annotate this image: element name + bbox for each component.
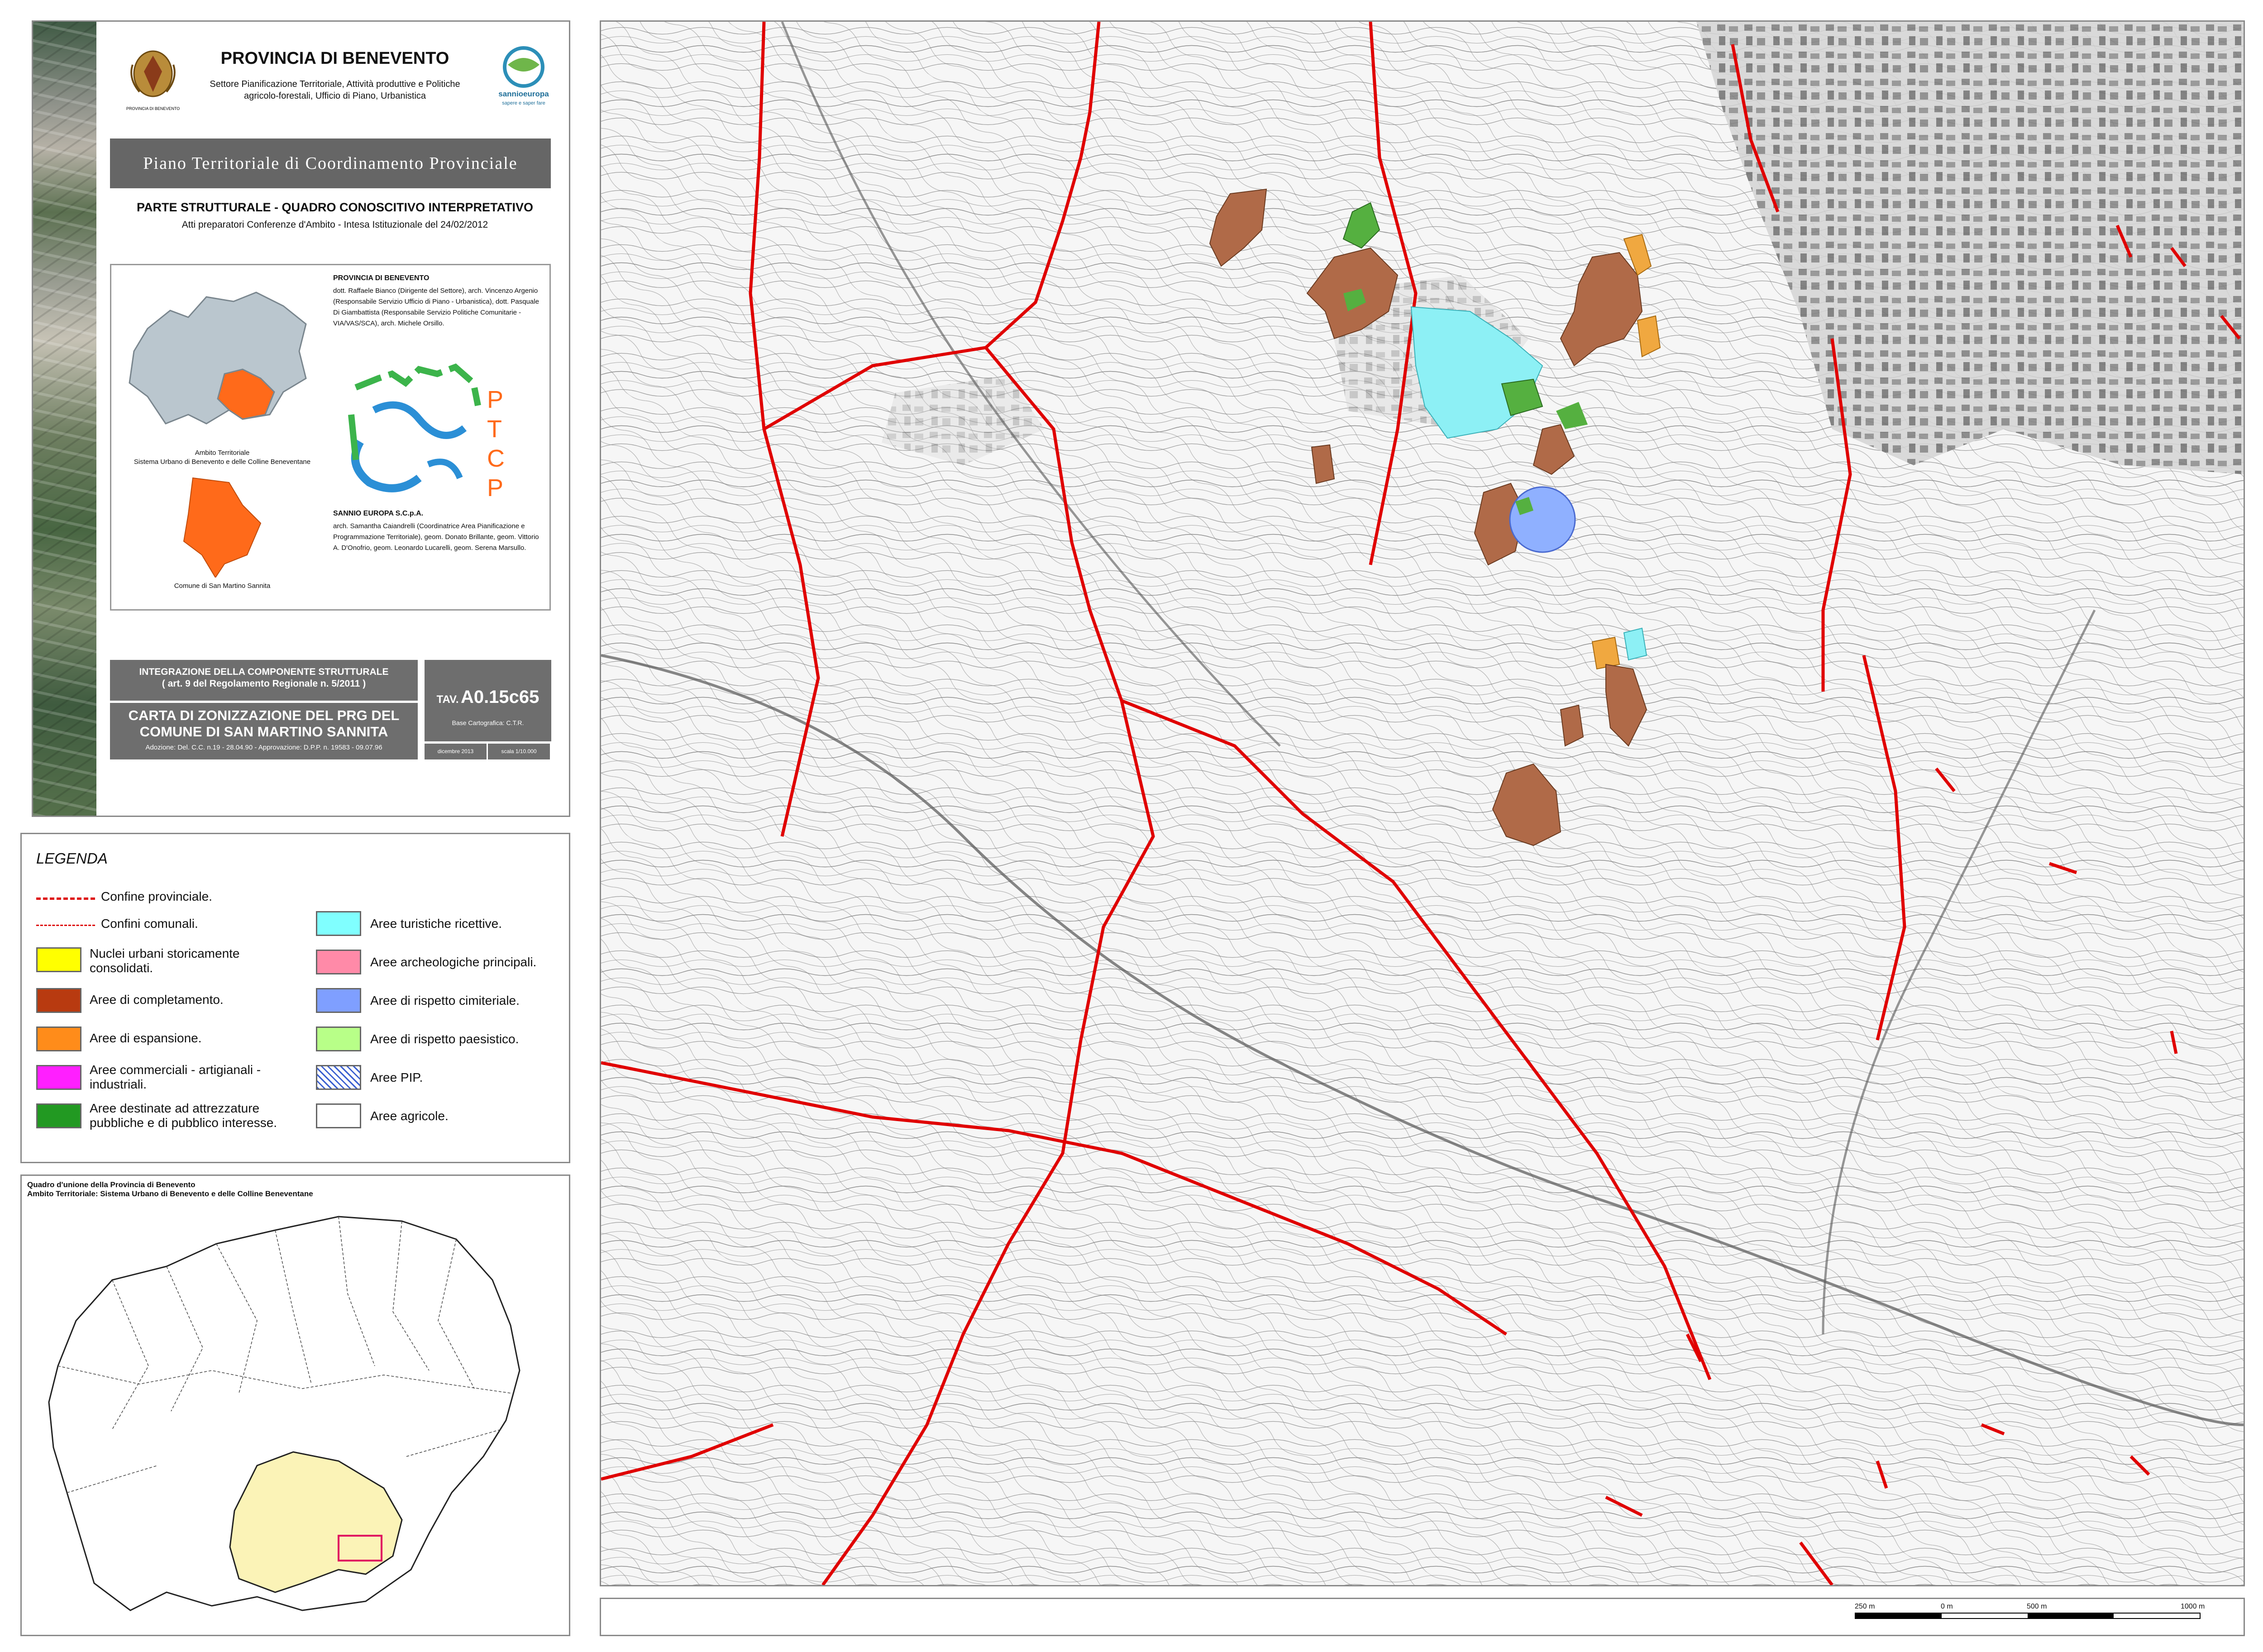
legend-swatch [316,1065,361,1090]
provincial-boundary-symbol [36,898,95,900]
legend-label: Aree agricole. [370,1109,449,1123]
legend-label: Aree di rispetto paesistico. [370,1032,519,1046]
legend-label: Confine provinciale. [101,889,212,903]
sannio-europa-logo: sannioeuropa sapere e saper fare [498,46,549,106]
zone-turistiche [1623,627,1647,661]
legend-label: Aree archeologiche principali. [370,955,537,969]
zone-cimiteriale [1509,486,1576,553]
legend-swatch [36,988,81,1013]
ptcp-letter: P [487,474,503,501]
legend-label: Aree commerciali - artigianali - industr… [90,1063,261,1091]
legend-swatch [36,1027,81,1051]
legend-swatch [316,1027,361,1051]
title-block: PROVINCIA DI BENEVENTO PROVINCIA DI BENE… [32,20,570,817]
legend-label: Aree destinate ad attrezzature pubbliche… [90,1101,277,1130]
orthophoto-strip [33,22,96,816]
legend-title: LEGENDA [36,850,108,867]
legend-swatch [316,1103,361,1128]
legend-swatch [316,911,361,936]
index-map: Quadro d'unione della Provincia di Benev… [20,1175,570,1636]
ptcp-letter: T [487,415,502,443]
legend-swatch [36,1103,81,1128]
legend-label: Confini comunali. [101,917,198,931]
scale-text: scala 1/10.000 [488,744,550,759]
legend: LEGENDA Confine provinciale. Confini com… [20,833,570,1163]
integration-box: INTEGRAZIONE DELLA COMPONENTE STRUTTURAL… [110,660,418,701]
sannio-staff: arch. Samantha Caiandrelli (Coordinatric… [333,522,539,552]
topographic-map [601,22,2244,1585]
integration-line2: ( art. 9 del Regolamento Regionale n. 5/… [162,678,366,689]
adoption-text: Adozione: Del. C.C. n.19 - 28.04.90 - Ap… [145,744,382,751]
scale-strip: 250 m 0 m 500 m 1000 m [600,1598,2245,1636]
index-title-line2: Ambito Territoriale: Sistema Urbano di B… [27,1189,313,1198]
legend-label: Aree di rispetto cimiteriale. [370,993,520,1007]
municipal-boundary-symbol [36,925,95,926]
legend-swatch [36,1065,81,1090]
plan-title-banner: Piano Territoriale di Coordinamento Prov… [110,138,551,188]
ptcp-letter: C [487,445,505,472]
tav-box: TAV. A0.15c65 Base Cartografica: C.T.R. [425,660,551,741]
integration-line1: INTEGRAZIONE DELLA COMPONENTE STRUTTURAL… [139,667,389,677]
tav-code: A0.15c65 [460,687,539,707]
date-text: dicembre 2013 [425,744,487,759]
sannio-logo-sub: sapere e saper fare [502,100,545,106]
scale-bar [1855,1613,2201,1619]
scale-label: 250 m [1855,1603,1875,1610]
ambito-caption: Ambito Territoriale Sistema Urbano di Be… [134,449,311,466]
sannio-logo-text: sannioeuropa [498,90,549,98]
index-map-title: Quadro d'unione della Provincia di Benev… [27,1180,313,1198]
legend-label: Aree PIP. [370,1070,423,1084]
zone-completamento [1311,444,1335,484]
info-box: Ambito Territoriale Sistema Urbano di Be… [110,264,551,611]
ptcp-letter: P [487,386,503,413]
date-scale-box: dicembre 2013 scala 1/10.000 [425,744,551,759]
logo-caption: PROVINCIA DI BENEVENTO [126,106,180,111]
scale-label: 500 m [2027,1603,2047,1610]
legend-label: Aree di espansione. [90,1031,202,1045]
ambito-territoriale-map [129,291,307,425]
comune-map [183,477,262,578]
main-map [600,20,2245,1586]
province-staff: dott. Raffaele Bianco (Dirigente del Set… [333,287,539,327]
legend-label: Aree di completamento. [90,993,224,1007]
tav-label: TAV. [436,693,459,706]
section-title: PARTE STRUTTURALE - QUADRO CONOSCITIVO I… [137,201,533,214]
base-cartografica: Base Cartografica: C.T.R. [452,719,524,726]
province-staff-heading: PROVINCIA DI BENEVENTO [333,274,430,282]
map-title-box: CARTA DI ZONIZZAZIONE DEL PRG DEL COMUNE… [110,703,418,759]
index-title-line1: Quadro d'unione della Provincia di Benev… [27,1180,196,1189]
sector-text: Settore Pianificazione Territoriale, Att… [210,79,460,101]
scale-label: 0 m [1941,1603,1953,1610]
legend-label: Nuclei urbani storicamente consolidati. [90,946,240,975]
sannio-staff-heading: SANNIO EUROPA S.C.p.A. [333,510,424,517]
comune-caption: Comune di San Martino Sannita [174,582,271,590]
legend-swatch [316,988,361,1013]
legend-swatch [36,947,81,972]
section-subtitle: Atti preparatori Conferenze d'Ambito - I… [181,220,488,230]
ptcp-logo: P T C P [348,363,505,501]
legend-label: Aree turistiche ricettive. [370,917,502,931]
map-title: CARTA DI ZONIZZAZIONE DEL PRG DEL COMUNE… [128,707,400,740]
legend-swatch [316,950,361,974]
province-index-map [48,1216,520,1611]
scale-label: 1000 m [2181,1603,2205,1610]
